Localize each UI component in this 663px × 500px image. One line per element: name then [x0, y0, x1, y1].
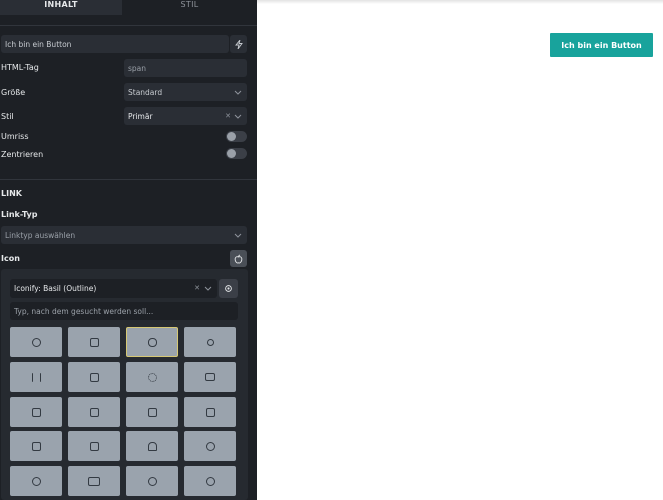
pause-icon[interactable]: [10, 362, 62, 392]
tile-glyph: [88, 476, 100, 486]
tile-glyph: [31, 441, 41, 451]
link-section-title: LINK: [1, 189, 22, 198]
tile-glyph: [147, 441, 157, 451]
tab-inhalt[interactable]: INHALT: [0, 0, 122, 15]
size-value: Standard: [128, 87, 163, 97]
divider: [0, 25, 257, 26]
tile-glyph: [205, 407, 215, 417]
tile-glyph: [89, 372, 99, 382]
button-text-input[interactable]: Ich bin ein Button: [1, 35, 229, 53]
behance-icon[interactable]: [68, 466, 120, 496]
html-tag-label: HTML-Tag: [1, 63, 39, 72]
chrome-icon[interactable]: [126, 466, 178, 496]
size-label: Größe: [1, 88, 26, 97]
tile-glyph: [205, 373, 215, 381]
center-toggle[interactable]: [226, 148, 247, 159]
clear-icon[interactable]: ✕: [194, 284, 200, 292]
lightning-icon: [234, 39, 243, 49]
link-type-label: Link-Typ: [1, 210, 38, 219]
app-square-5-icon[interactable]: [10, 431, 62, 461]
outline-toggle[interactable]: [226, 131, 247, 142]
icon-library-select[interactable]: Iconify: Basil (Outline) ✕: [10, 279, 217, 298]
center-label: Zentrieren: [1, 150, 44, 159]
android-icon[interactable]: [126, 431, 178, 461]
icon-search-input[interactable]: Typ, nach dem gesucht werden soll...: [10, 302, 238, 320]
app-square-icon[interactable]: [10, 397, 62, 427]
tile-glyph: [147, 476, 157, 486]
html-tag-input[interactable]: span: [124, 59, 247, 77]
app-square-2-icon[interactable]: [68, 397, 120, 427]
app-square-4-icon[interactable]: [184, 397, 236, 427]
chevron-down-icon: [234, 114, 242, 119]
tile-glyph: [31, 372, 41, 382]
tile-glyph: [205, 441, 215, 451]
gear-icon: [225, 285, 232, 292]
icon-settings-button[interactable]: [219, 279, 238, 298]
link-type-select[interactable]: Linktyp auswählen: [1, 226, 247, 244]
style-select[interactable]: Primär ✕: [124, 107, 247, 125]
tile-glyph: [206, 338, 214, 346]
size-select[interactable]: Standard: [124, 83, 247, 101]
clear-icon[interactable]: ✕: [225, 112, 231, 120]
linkedin-icon[interactable]: [68, 362, 120, 392]
app-square-3-icon[interactable]: [126, 397, 178, 427]
outline-label: Umriss: [1, 132, 29, 141]
html-tag-value: span: [128, 63, 147, 73]
app-square-6-icon[interactable]: [68, 431, 120, 461]
chevron-down-icon: [234, 90, 242, 95]
tile-glyph: [89, 441, 99, 451]
icon-library-value: Iconify: Basil (Outline): [14, 284, 97, 293]
button-text-value: Ich bin ein Button: [5, 39, 72, 49]
dynamic-data-button[interactable]: [230, 35, 247, 53]
tile-glyph: [205, 476, 215, 486]
tile-glyph: [147, 337, 157, 347]
tile-glyph: [147, 407, 157, 417]
panel-tabs: INHALT STIL: [0, 0, 257, 15]
tab-stil[interactable]: STIL: [122, 0, 257, 15]
icon-picker-popup: Iconify: Basil (Outline) ✕ Typ, nach dem…: [1, 269, 248, 500]
preview-top-edge: [257, 0, 663, 4]
editor-panel: INHALT STIL Ich bin ein Button HTML-Tag …: [0, 0, 257, 500]
zoom-in-icon[interactable]: [184, 327, 236, 357]
tile-glyph: [147, 372, 157, 382]
toggle-knob: [227, 132, 236, 141]
icon-picker-button[interactable]: [230, 250, 247, 267]
link-type-placeholder: Linktyp auswählen: [5, 230, 76, 240]
toggle-knob: [227, 149, 236, 158]
dribbble-icon[interactable]: [184, 466, 236, 496]
fan-icon[interactable]: [184, 431, 236, 461]
chevron-down-icon: [204, 286, 212, 291]
icon-search-placeholder: Typ, nach dem gesucht werden soll...: [14, 306, 154, 316]
settings-gear-icon[interactable]: [126, 362, 178, 392]
apple-icon[interactable]: [126, 327, 178, 357]
tile-glyph: [89, 337, 99, 347]
tile-glyph: [31, 337, 41, 347]
alarm-icon[interactable]: [10, 327, 62, 357]
style-value: Primär: [128, 111, 153, 121]
divider: [0, 179, 257, 180]
apple-icon: [234, 254, 243, 263]
style-label: Stil: [1, 112, 14, 121]
icon-label: Icon: [1, 254, 20, 263]
camera-icon[interactable]: [184, 362, 236, 392]
tile-glyph: [89, 407, 99, 417]
fan-2-icon[interactable]: [10, 466, 62, 496]
mail-box-icon[interactable]: [68, 327, 120, 357]
preview-button[interactable]: Ich bin ein Button: [550, 33, 653, 57]
tile-glyph: [31, 407, 41, 417]
tile-glyph: [31, 476, 41, 486]
chevron-down-icon: [234, 233, 242, 238]
